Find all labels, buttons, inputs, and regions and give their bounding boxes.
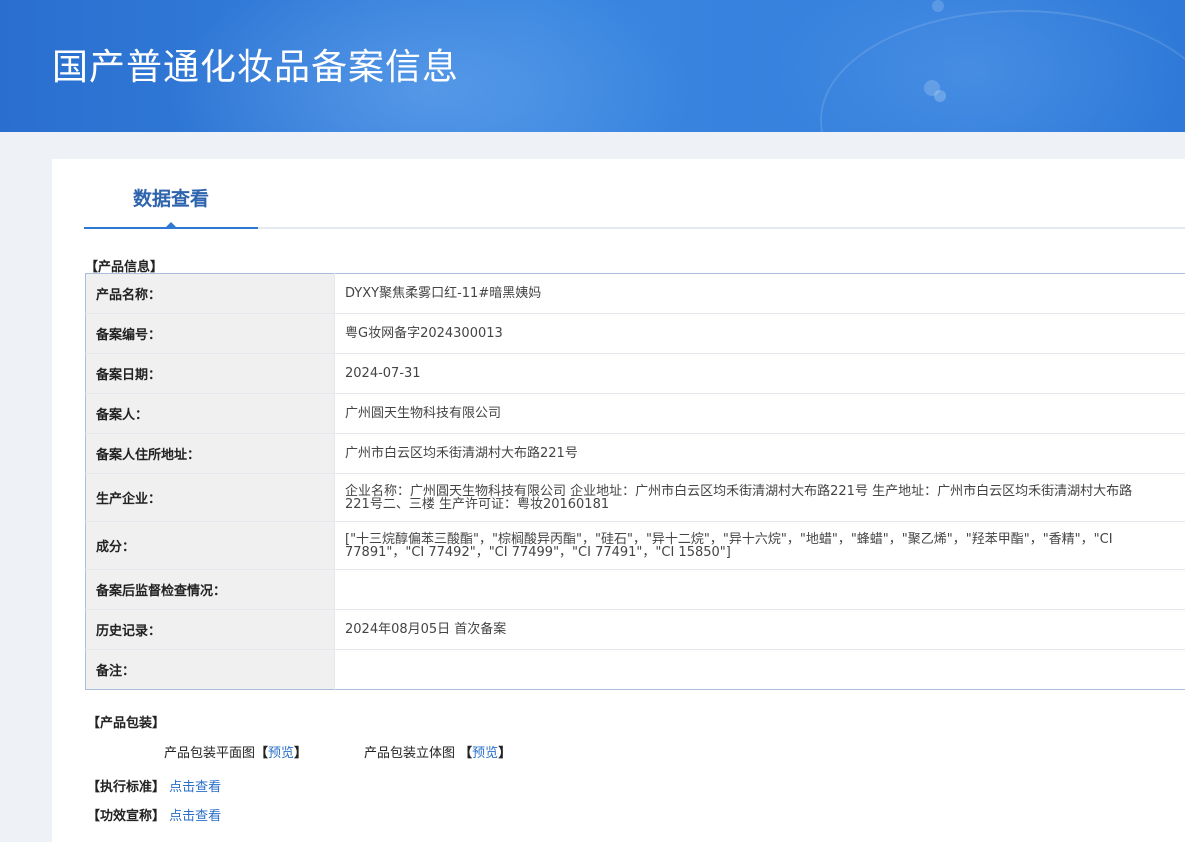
row-value: 2024年08月05日 首次备案 — [334, 609, 1185, 650]
row-label: 生产企业： — [85, 473, 335, 522]
row-value: ["十三烷醇偏苯三酸酯"，"棕榈酸异丙酯"，"硅石"，"异十二烷"，"异十六烷"… — [334, 521, 1185, 570]
row-value: 粤G妆网备字2024300013 — [334, 313, 1185, 354]
row-label: 产品名称： — [85, 273, 335, 314]
table-row: 备案人： 广州圓天生物科技有限公司 — [85, 393, 1185, 434]
row-label: 备案后监督检查情况： — [85, 569, 335, 610]
header-banner: 国产普通化妆品备案信息 — [0, 0, 1185, 132]
row-label: 历史记录： — [85, 609, 335, 650]
row-label: 备注： — [85, 649, 335, 690]
table-row: 备案日期： 2024-07-31 — [85, 353, 1185, 394]
tab-data-view[interactable]: 数据查看 — [84, 159, 258, 229]
row-label: 备案人： — [85, 393, 335, 434]
standard-view-link[interactable]: 点击查看 — [169, 780, 221, 795]
table-row: 备案后监督检查情况： — [85, 569, 1185, 610]
banner-decoration — [934, 90, 946, 102]
flat-preview-link[interactable]: 预览 — [268, 746, 294, 761]
content-panel: 数据查看 【产品信息】 产品名称： DYXY聚焦柔雾口红-11#暗黑姨妈 备案编… — [52, 159, 1185, 842]
banner-decoration — [932, 0, 944, 12]
table-row: 生产企业： 企业名称：广州圓天生物科技有限公司 企业地址：广州市白云区均禾街清湖… — [85, 473, 1185, 522]
table-row: 备注： — [85, 649, 1185, 690]
product-info-table: 产品名称： DYXY聚焦柔雾口红-11#暗黑姨妈 备案编号： 粤G妆网备字202… — [85, 273, 1185, 690]
bracket: 【 — [459, 746, 473, 761]
table-row: 备案编号： 粤G妆网备字2024300013 — [85, 313, 1185, 354]
row-value — [334, 569, 1185, 610]
packaging-title: 【产品包装】 — [87, 716, 166, 731]
packaging-flat: 产品包装平面图【预览】 — [164, 742, 307, 761]
efficacy-label: 【功效宣称】 — [87, 809, 166, 824]
stereo-preview-link[interactable]: 预览 — [472, 746, 498, 761]
row-value: 2024-07-31 — [334, 353, 1185, 394]
standard-line: 【执行标准】 点击查看 — [87, 776, 221, 795]
bracket: 】 — [498, 746, 512, 761]
row-value — [335, 650, 1185, 690]
row-label: 备案人住所地址： — [85, 433, 335, 474]
packaging-flat-label: 产品包装平面图 — [164, 746, 256, 761]
efficacy-view-link[interactable]: 点击查看 — [169, 809, 221, 824]
row-value: 企业名称：广州圓天生物科技有限公司 企业地址：广州市白云区均禾街清湖村大布路22… — [334, 473, 1185, 522]
row-value: 广州圓天生物科技有限公司 — [334, 393, 1185, 434]
row-label: 备案日期： — [85, 353, 335, 394]
efficacy-line: 【功效宣称】 点击查看 — [87, 805, 221, 824]
tab-label: 数据查看 — [132, 188, 209, 210]
row-value: 广州市白云区均禾街清湖村大布路221号 — [334, 433, 1185, 474]
packaging-stereo-label: 产品包装立体图 — [364, 746, 456, 761]
row-value: DYXY聚焦柔雾口红-11#暗黑姨妈 — [334, 273, 1185, 314]
tab-caret-icon — [165, 222, 177, 228]
page-title: 国产普通化妆品备案信息 — [52, 47, 460, 88]
bracket: 】 — [294, 746, 308, 761]
row-label: 备案编号： — [85, 313, 335, 354]
table-row: 历史记录： 2024年08月05日 首次备案 — [85, 609, 1185, 650]
table-row: 备案人住所地址： 广州市白云区均禾街清湖村大布路221号 — [85, 433, 1185, 474]
bracket: 【 — [255, 746, 269, 761]
packaging-stereo: 产品包装立体图 【预览】 — [364, 742, 511, 761]
table-row: 成分： ["十三烷醇偏苯三酸酯"，"棕榈酸异丙酯"，"硅石"，"异十二烷"，"异… — [85, 521, 1185, 570]
row-label: 成分： — [85, 521, 335, 570]
table-row: 产品名称： DYXY聚焦柔雾口红-11#暗黑姨妈 — [85, 273, 1185, 314]
standard-label: 【执行标准】 — [87, 780, 166, 795]
tab-bar: 数据查看 — [84, 159, 1185, 229]
